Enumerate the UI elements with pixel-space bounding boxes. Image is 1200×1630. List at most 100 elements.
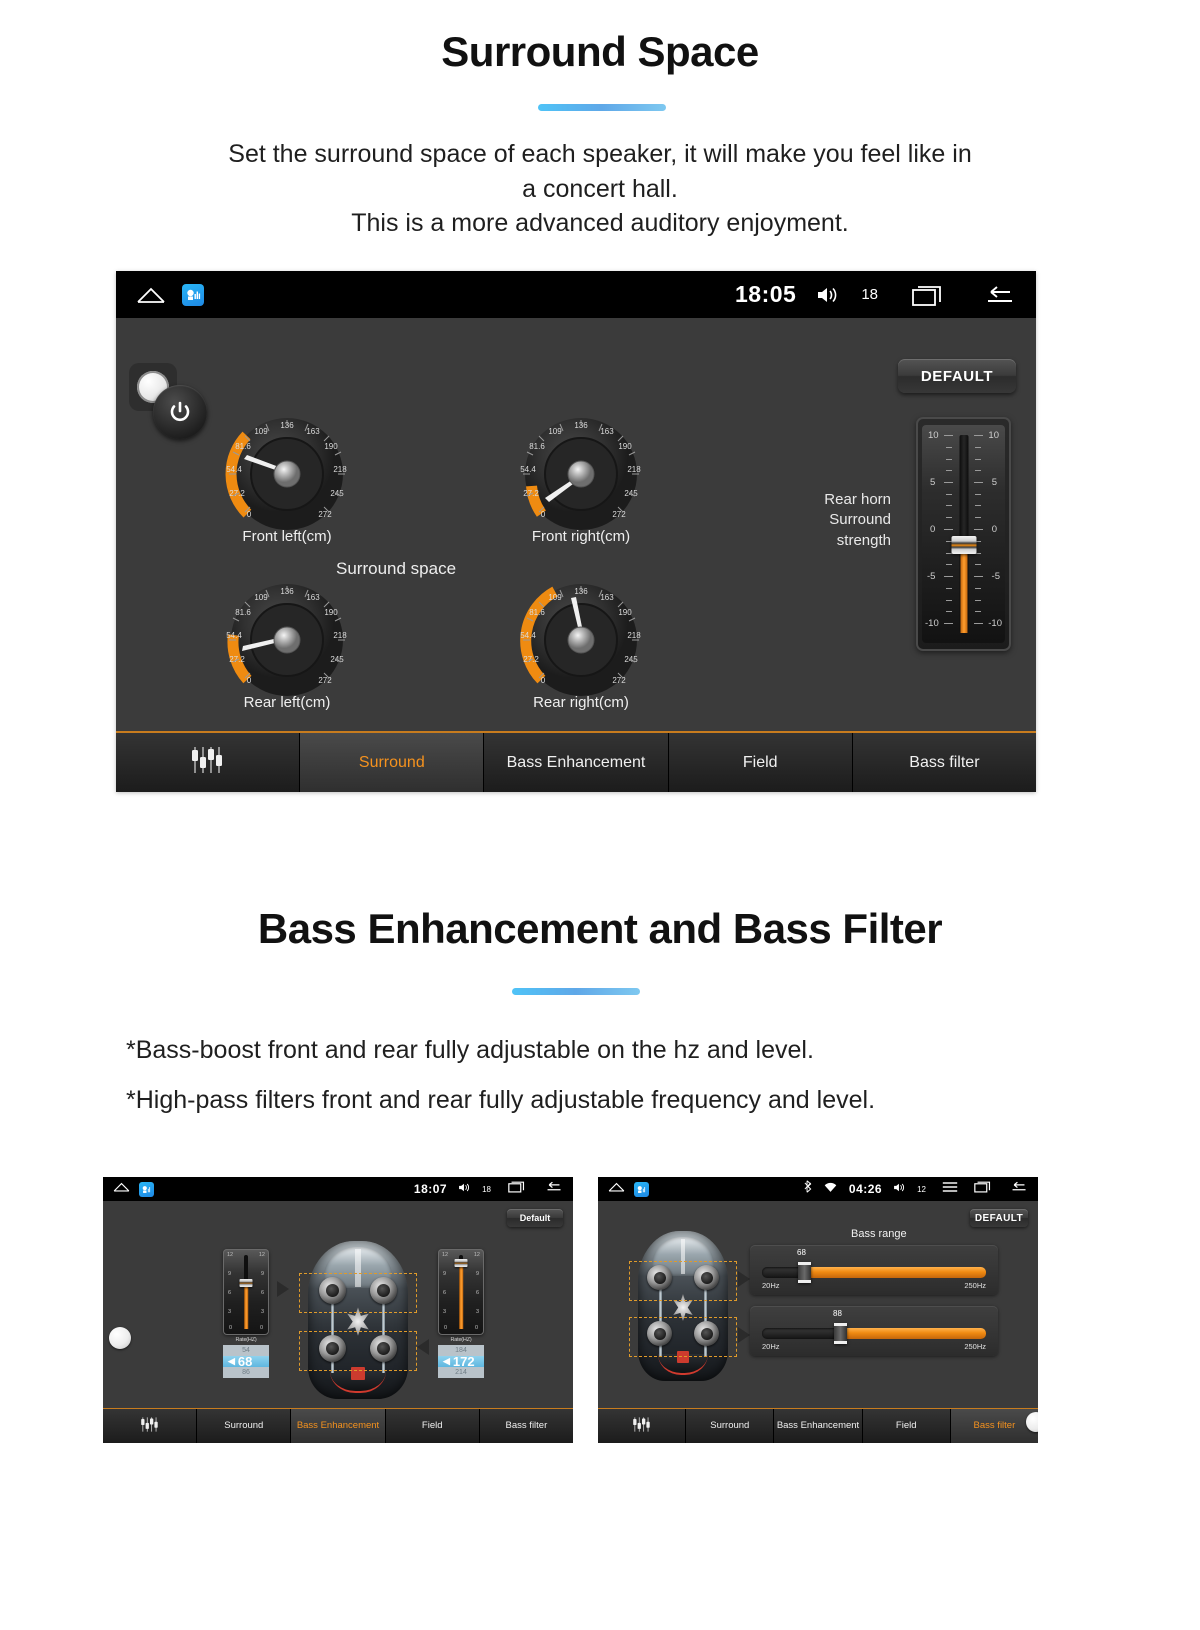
picker-value-below[interactable]: 214 xyxy=(438,1367,484,1378)
svg-text:272: 272 xyxy=(318,676,332,685)
svg-text:272: 272 xyxy=(612,510,626,519)
tab-bass-filter[interactable]: Bass filter xyxy=(852,733,1036,792)
power-button-cluster[interactable] xyxy=(125,363,215,443)
audio-app-icon[interactable] xyxy=(139,1181,154,1197)
slider-scale-m10-left: -10 xyxy=(925,618,939,629)
dial-rear-right[interactable]: 0 27.2 54.4 81.6 109 136 163 190 218 245 272 xyxy=(505,580,657,711)
equalizer-icon xyxy=(631,1416,653,1437)
tab-label: Surround xyxy=(358,753,425,771)
tab-surround[interactable]: Surround xyxy=(197,1409,292,1443)
title-rule-1 xyxy=(538,104,666,111)
default-button[interactable]: DEFAULT xyxy=(898,359,1016,393)
fader-handle[interactable] xyxy=(454,1259,468,1267)
tab-surround[interactable]: Surround xyxy=(300,733,485,792)
fader-scale-6-left: 6 xyxy=(443,1290,447,1296)
slider-scale-5-right: 5 xyxy=(991,477,997,488)
tab-equalizer[interactable] xyxy=(103,1409,198,1443)
back-icon[interactable] xyxy=(544,1180,563,1198)
picker-selected-text: 172 xyxy=(452,1354,475,1369)
rear-horn-strength-slider[interactable]: 10 5 0 -5 -10 10 5 0 -5 -10 xyxy=(916,417,1011,651)
tab-bass-enhancement[interactable]: Bass Enhancement xyxy=(484,733,669,792)
tab-bass-enhancement[interactable]: Bass Enhancement xyxy=(774,1409,863,1443)
tab-label: Surround xyxy=(710,1419,750,1431)
recents-icon[interactable] xyxy=(974,1180,993,1198)
fader-scale-9-right: 9 xyxy=(260,1271,264,1277)
dial-label: Front left(cm) xyxy=(242,528,332,545)
tab-bass-filter[interactable]: Bass filter xyxy=(950,1409,1038,1443)
home-icon[interactable] xyxy=(113,1180,130,1198)
bass-filter-content: DEFAULT Bass range 68 20Hz 250Hz 88 20Hz… xyxy=(598,1201,1038,1409)
dial-gauge[interactable]: 0 27.2 54.4 81.6 109 136 163 190 218 245 272 xyxy=(505,414,657,530)
dial-label: Rear left(cm) xyxy=(243,694,331,711)
rear-speaker-highlight xyxy=(299,1331,417,1371)
front-rate-picker[interactable]: 54 ◀ 68 86 xyxy=(223,1345,269,1378)
fader-box[interactable]: 12 12 9 9 6 6 3 3 0 0 xyxy=(438,1249,484,1335)
picker-value-selected[interactable]: ◀ 68 xyxy=(223,1354,269,1369)
wifi-icon xyxy=(824,1180,837,1198)
tab-surround[interactable]: Surround xyxy=(686,1409,775,1443)
slider-handle[interactable] xyxy=(951,536,976,554)
rear-bass-fader[interactable]: 12 12 9 9 6 6 3 3 0 0 Rate(HZ) 184 ◀ 172 xyxy=(438,1249,484,1378)
home-icon[interactable] xyxy=(136,285,166,305)
tab-field[interactable]: Field xyxy=(862,1409,951,1443)
dial-gauge[interactable]: 0 27.2 54.4 81.6 109 136 163 190 218 245 272 xyxy=(211,414,363,530)
tab-label: Bass filter xyxy=(505,1419,548,1431)
tab-bass-filter[interactable]: Bass filter xyxy=(479,1409,573,1443)
fader-scale-9-right: 9 xyxy=(475,1271,479,1277)
equalizer-icon xyxy=(188,745,228,780)
default-button[interactable]: DEFAULT xyxy=(970,1209,1028,1227)
audio-app-icon[interactable] xyxy=(634,1181,649,1197)
default-button[interactable]: Default xyxy=(507,1209,563,1227)
rear-bass-range-slider[interactable]: 88 20Hz 250Hz xyxy=(750,1306,998,1356)
svg-text:245: 245 xyxy=(624,655,638,664)
slider-scale-10-left: 10 xyxy=(928,430,939,441)
front-bass-range-slider[interactable]: 68 20Hz 250Hz xyxy=(750,1245,998,1295)
power-icon[interactable] xyxy=(153,385,207,439)
dial-rear-left[interactable]: 0 27.2 54.4 81.6 109 136 163 190 218 245 272 xyxy=(211,580,363,711)
fader-scale-9-left: 9 xyxy=(443,1271,447,1277)
slider-inner[interactable]: 10 5 0 -5 -10 10 5 0 -5 -10 xyxy=(922,425,1005,643)
fader-handle[interactable] xyxy=(239,1279,253,1287)
audio-app-icon[interactable] xyxy=(182,283,204,306)
dial-gauge[interactable]: 0 27.2 54.4 81.6 109 136 163 190 218 245 272 xyxy=(211,580,363,696)
back-icon[interactable] xyxy=(1009,1180,1028,1198)
recents-icon[interactable] xyxy=(912,283,946,307)
dial-front-right[interactable]: 0 27.2 54.4 81.6 109 136 163 190 218 245 272 xyxy=(505,414,657,545)
front-bass-fader[interactable]: 12 12 9 9 6 6 3 3 0 0 Rate(HZ) 54 ◀ 68 8… xyxy=(223,1249,269,1378)
slider-handle[interactable] xyxy=(834,1323,847,1344)
tab-equalizer[interactable] xyxy=(598,1409,687,1443)
chevron-left-icon: ◀ xyxy=(443,1356,450,1366)
rear-rate-picker[interactable]: 184 ◀ 172 214 xyxy=(438,1345,484,1378)
tab-field[interactable]: Field xyxy=(668,733,853,792)
svg-text:272: 272 xyxy=(612,676,626,685)
fader-scale-6-right: 6 xyxy=(475,1290,479,1296)
svg-text:81.6: 81.6 xyxy=(235,608,251,617)
surround-desc-line-2: a concert hall. xyxy=(522,174,678,203)
slider-handle[interactable] xyxy=(798,1262,811,1283)
home-icon[interactable] xyxy=(608,1180,625,1198)
menu-icon[interactable] xyxy=(942,1180,958,1198)
picker-value-below[interactable]: 86 xyxy=(223,1367,269,1378)
fader-scale-12-left: 12 xyxy=(442,1252,449,1258)
tab-label: Bass Enhancement xyxy=(296,1419,380,1431)
tab-equalizer[interactable] xyxy=(116,733,301,792)
dial-front-left[interactable]: 0 27.2 54.4 81.6 109 136 163 190 218 245 272 xyxy=(211,414,363,545)
rear-speaker-highlight xyxy=(629,1317,737,1357)
picker-selected-text: 68 xyxy=(237,1354,253,1369)
picker-value-selected[interactable]: ◀ 172 xyxy=(438,1354,484,1369)
volume-icon xyxy=(816,285,840,305)
fader-box[interactable]: 12 12 9 9 6 6 3 3 0 0 xyxy=(223,1249,269,1335)
fader-scale-0-left: 0 xyxy=(444,1325,448,1331)
svg-text:81.6: 81.6 xyxy=(235,442,251,451)
front-pointer-icon xyxy=(738,1271,750,1287)
back-icon[interactable] xyxy=(982,283,1016,307)
tab-bass-enhancement[interactable]: Bass Enhancement xyxy=(291,1409,386,1443)
recents-icon[interactable] xyxy=(508,1180,527,1198)
svg-text:81.6: 81.6 xyxy=(529,608,545,617)
dial-gauge[interactable]: 0 27.2 54.4 81.6 109 136 163 190 218 245 272 xyxy=(505,580,657,696)
tab-field[interactable]: Field xyxy=(385,1409,480,1443)
bass-section-title: Bass Enhancement and Bass Filter xyxy=(257,905,943,952)
physical-knob[interactable] xyxy=(109,1327,131,1349)
fader-scale-6-left: 6 xyxy=(228,1290,232,1296)
slider-fill xyxy=(960,545,967,633)
